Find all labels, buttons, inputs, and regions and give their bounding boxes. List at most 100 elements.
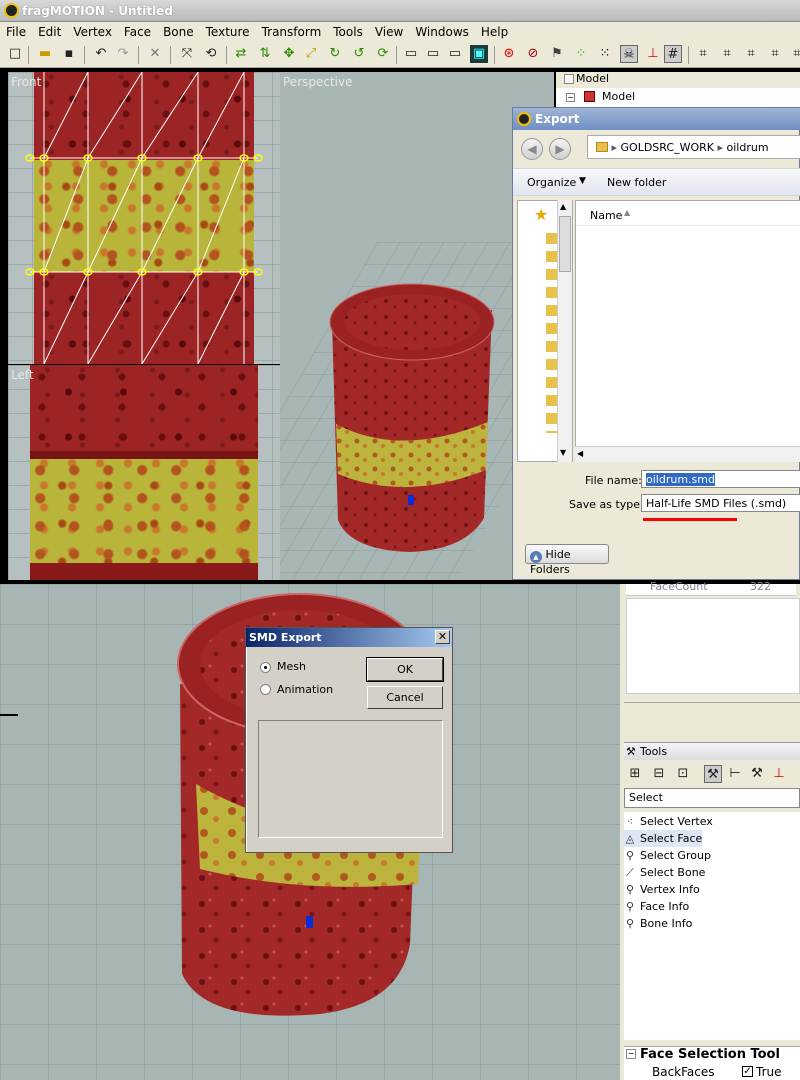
red-underline-annotation (643, 518, 737, 521)
ok-button[interactable]: OK (366, 657, 444, 682)
breadcrumb-oildrum[interactable]: oildrum (727, 141, 769, 154)
redo-icon[interactable]: ↷ (114, 45, 132, 63)
rotate-z-icon[interactable]: ⟳ (374, 45, 392, 63)
menu-help[interactable]: Help (481, 25, 508, 39)
organize-button[interactable]: Organize (527, 176, 576, 189)
tool-select-face-icon[interactable]: ⊟ (650, 765, 668, 783)
collapse-icon[interactable]: − (626, 1049, 636, 1059)
hide-folders-button[interactable]: ▲ Hide Folders (525, 544, 609, 576)
tree-root-model[interactable]: Model (602, 90, 635, 103)
file-name-field[interactable]: oildrum.smd (641, 470, 800, 488)
menu-texture[interactable]: Texture (206, 25, 250, 39)
scale-icon[interactable]: ⤢ (302, 45, 320, 63)
mesh-radio[interactable] (260, 662, 271, 673)
menu-face[interactable]: Face (124, 25, 151, 39)
breadcrumb-goldsrc[interactable]: GOLDSRC_WORK (621, 141, 714, 154)
tool-bone-icon[interactable]: ⚒ (704, 765, 722, 783)
scroll-left-icon[interactable]: ◀ (577, 449, 583, 458)
save-disk-icon[interactable]: ▪ (60, 45, 78, 63)
snap-1-icon[interactable]: ⌗ (694, 45, 712, 63)
column-header-name[interactable]: Name (590, 209, 622, 222)
menu-edit[interactable]: Edit (38, 25, 61, 39)
facecount-value: 322 (750, 580, 771, 593)
menu-bone[interactable]: Bone (163, 25, 194, 39)
window-1-icon[interactable]: ▭ (402, 45, 420, 63)
cancel-button[interactable]: Cancel (367, 686, 443, 709)
move-z-icon[interactable]: ✥ (280, 45, 298, 63)
move-y-icon[interactable]: ⇅ (256, 45, 274, 63)
new-file-icon[interactable]: □ (6, 45, 24, 63)
back-arrow-icon[interactable]: ◀ (521, 138, 543, 160)
rotate-tool-icon[interactable]: ⟲ (202, 45, 220, 63)
favorites-star-icon[interactable]: ★ (534, 205, 548, 224)
animation-radio[interactable] (260, 684, 271, 695)
tool-item-select-bone[interactable]: ⟋ Select Bone (622, 864, 705, 881)
save-type-select[interactable]: Half-Life SMD Files (.smd) (641, 494, 800, 512)
tool-item-select-group[interactable]: ⚲ Select Group (622, 847, 711, 864)
tool-item-bone-info[interactable]: ⚲ Bone Info (622, 915, 692, 932)
undo-icon[interactable]: ↶ (92, 45, 110, 63)
mesh-label[interactable]: Mesh (277, 660, 306, 673)
tool-tree-icon[interactable]: ⊢ (726, 765, 744, 783)
window-2-icon[interactable]: ▭ (424, 45, 442, 63)
tool-select-group-icon[interactable]: ⊡ (674, 765, 692, 783)
grid-dots-icon[interactable]: ⁙ (596, 45, 614, 63)
select-tool-icon[interactable]: ⤧ (178, 45, 196, 63)
export-dialog-titlebar: Export (513, 108, 800, 130)
delete-icon[interactable]: ✕ (146, 45, 164, 63)
wireframe-overlay (25, 72, 263, 364)
scroll-up-icon[interactable]: ▲ (560, 202, 566, 211)
snap-3-icon[interactable]: ⌗ (742, 45, 760, 63)
axis-icon[interactable]: ⊥ (644, 45, 662, 63)
barrel-top-band (30, 365, 258, 453)
tool-item-select-vertex[interactable]: ⁖ Select Vertex (622, 813, 713, 830)
menu-view[interactable]: View (375, 25, 403, 39)
menu-tools[interactable]: Tools (333, 25, 363, 39)
tree-collapse-icon[interactable]: − (566, 93, 575, 102)
left-viewport[interactable]: Left (8, 365, 280, 580)
scroll-down-icon[interactable]: ▼ (560, 448, 566, 457)
target-icon[interactable]: ⊛ (500, 45, 518, 63)
menu-vertex[interactable]: Vertex (73, 25, 112, 39)
breadcrumb[interactable]: ▸ GOLDSRC_WORK ▸ oildrum (587, 135, 800, 159)
scroll-thumb[interactable] (559, 216, 571, 272)
new-folder-button[interactable]: New folder (607, 176, 666, 189)
vertex-icon[interactable]: ⚑ (548, 45, 566, 63)
animation-label[interactable]: Animation (277, 683, 333, 696)
backfaces-checkbox[interactable]: ✓ (742, 1066, 753, 1077)
menu-file[interactable]: File (6, 25, 26, 39)
cull-icon[interactable]: ⊘ (524, 45, 542, 63)
points-icon[interactable]: ⁘ (572, 45, 590, 63)
tool-item-face-info[interactable]: ⚲ Face Info (622, 898, 689, 915)
forward-arrow-icon[interactable]: ▶ (549, 138, 571, 160)
navigation-scrollbar[interactable]: ▲ ▼ (557, 200, 572, 462)
file-list[interactable]: Name ▲ (575, 200, 800, 462)
front-viewport[interactable]: Front (8, 72, 280, 364)
window-3-icon[interactable]: ▭ (446, 45, 464, 63)
tool-item-select-face[interactable]: ◬ Select Face (622, 830, 703, 847)
window-4-icon[interactable]: ▣ (470, 45, 488, 63)
snap-5-icon[interactable]: ⌗ (788, 45, 800, 63)
move-x-icon[interactable]: ⇄ (232, 45, 250, 63)
rotate-y-icon[interactable]: ↺ (350, 45, 368, 63)
grid-icon[interactable]: # (664, 45, 682, 63)
tool-item-vertex-info[interactable]: ⚲ Vertex Info (622, 881, 700, 898)
menu-windows[interactable]: Windows (415, 25, 469, 39)
menu-transform[interactable]: Transform (262, 25, 322, 39)
tool-category-select[interactable]: Select (624, 788, 800, 808)
rotate-x-icon[interactable]: ↻ (326, 45, 344, 63)
snap-4-icon[interactable]: ⌗ (766, 45, 784, 63)
snap-2-icon[interactable]: ⌗ (718, 45, 736, 63)
open-folder-icon[interactable]: ▬ (36, 45, 54, 63)
tool-select-vertex-icon[interactable]: ⊞ (626, 765, 644, 783)
smd-dialog-titlebar: SMD Export (246, 628, 452, 647)
skeleton-icon[interactable]: ☠ (620, 45, 638, 63)
close-icon[interactable]: ✕ (435, 630, 450, 644)
toolbar-separator (28, 46, 29, 64)
viewport-label-perspective: Perspective (283, 75, 353, 89)
model-header-icon (564, 74, 574, 84)
horizontal-scrollbar[interactable]: ◀ (575, 446, 800, 462)
face-selection-tool-header: Face Selection Tool (640, 1047, 780, 1062)
tool-hammer-icon[interactable]: ⚒ (748, 765, 766, 783)
tool-weight-icon[interactable]: ⊥ (770, 765, 788, 783)
